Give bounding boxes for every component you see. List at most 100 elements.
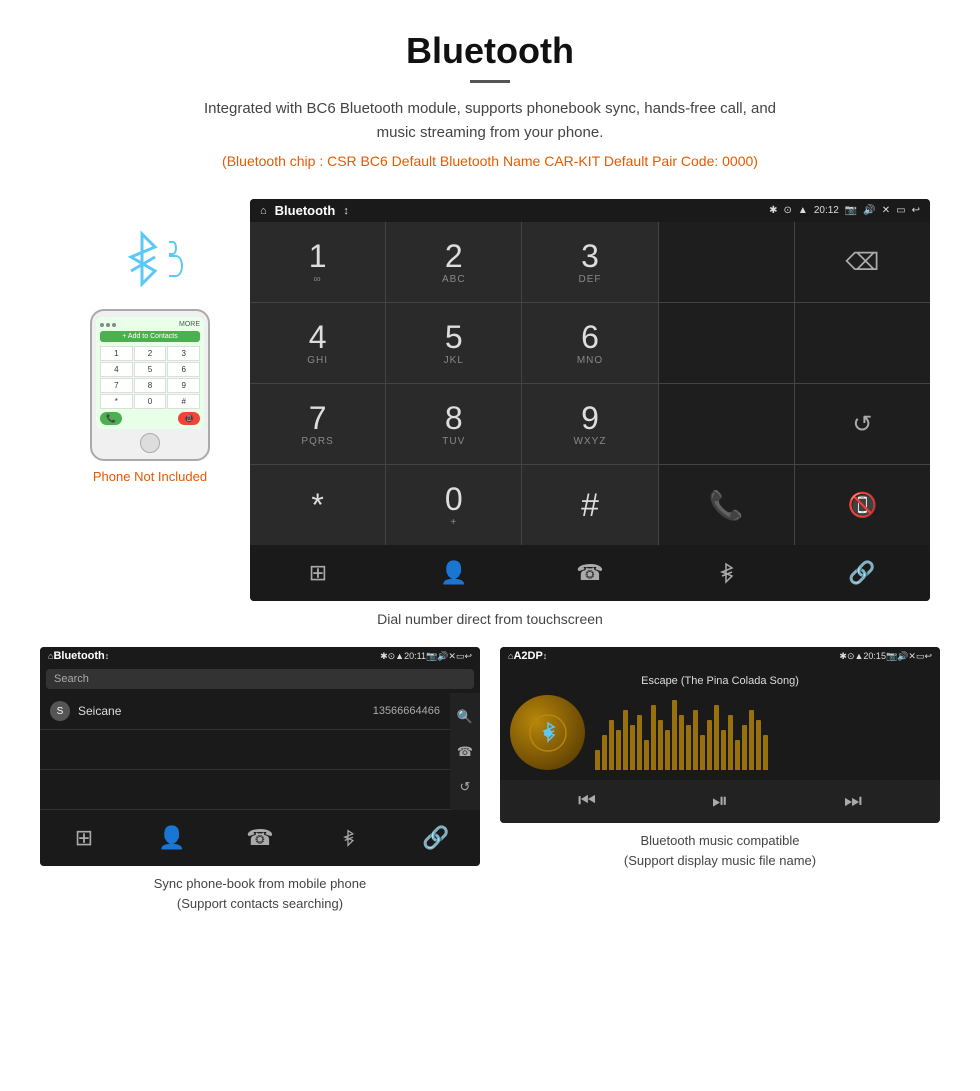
eq-bar (686, 725, 691, 770)
phone-key-1[interactable]: 1 (100, 346, 133, 361)
nav-bluetooth-icon[interactable] (658, 553, 794, 593)
pb-nav-bt[interactable] (304, 818, 392, 858)
dial-key-3[interactable]: 3 DEF (522, 222, 657, 302)
nav-link-icon[interactable]: 🔗 (794, 553, 930, 593)
wifi-icon: ▲ (798, 205, 808, 216)
phone-call-button[interactable]: 📞 (100, 412, 122, 425)
key-letters: + (450, 517, 457, 528)
screen-title: Bluetooth (275, 203, 336, 218)
dial-key-star[interactable]: * (250, 465, 385, 545)
camera-icon[interactable]: 📷 (845, 205, 857, 216)
dial-status-bar: ⌂ Bluetooth ↕ ✱ ⊙ ▲ 20:12 📷 🔊 ✕ ▭ ↩ (250, 199, 930, 222)
volume-icon[interactable]: 🔊 (863, 205, 875, 216)
sidebar-refresh-icon[interactable]: ↺ (460, 779, 471, 795)
pb-nav-user[interactable]: 👤 (128, 818, 216, 858)
dial-key-9[interactable]: 9 WXYZ (522, 384, 657, 464)
phone-home-button[interactable] (140, 433, 160, 453)
eq-bar (756, 720, 761, 770)
pb-screen-icon[interactable]: ▭ (456, 651, 465, 662)
contact-row-seicane[interactable]: S Seicane 13566664466 (40, 693, 450, 730)
nav-contacts-icon[interactable]: 👤 (386, 553, 522, 593)
signal-waves (169, 241, 183, 277)
pb-cam-icon[interactable]: 📷 (426, 651, 437, 662)
nav-grid-icon[interactable]: ⊞ (250, 553, 386, 593)
phone-key-6[interactable]: 6 (167, 362, 200, 377)
eq-bar (616, 730, 621, 770)
contact-empty-row2 (40, 770, 450, 810)
pb-nav-phone[interactable]: ☎ (216, 818, 304, 858)
dial-key-hash[interactable]: # (522, 465, 657, 545)
eq-bar (630, 725, 635, 770)
phone-carrier: MORE (179, 321, 200, 328)
prev-button[interactable]: ⏮ (578, 790, 596, 813)
phonebook-screen: ⌂ Bluetooth ↕ ✱ ⊙ ▲ 20:11 📷 🔊 ✕ ▭ ↩ Sear… (40, 647, 480, 866)
signal-wave-large (169, 255, 183, 277)
close-icon[interactable]: ✕ (882, 205, 890, 216)
pb-usb-icon: ↕ (105, 651, 110, 661)
eq-bar (672, 700, 677, 770)
dial-call-red[interactable]: 📵 (795, 465, 930, 545)
phone-key-9[interactable]: 9 (167, 378, 200, 393)
dial-key-6[interactable]: 6 MNO (522, 303, 657, 383)
dial-key-4[interactable]: 4 GHI (250, 303, 385, 383)
pb-wifi-icon: ▲ (395, 651, 404, 661)
dial-key-8[interactable]: 8 TUV (386, 384, 521, 464)
music-cam-icon[interactable]: 📷 (886, 651, 897, 662)
phone-end-button[interactable]: 📵 (178, 412, 200, 425)
phonebook-contacts-list: S Seicane 13566664466 (40, 693, 450, 810)
bottom-screens-row: ⌂ Bluetooth ↕ ✱ ⊙ ▲ 20:11 📷 🔊 ✕ ▭ ↩ Sear… (0, 647, 980, 913)
pb-back-icon[interactable]: ↩ (464, 651, 472, 662)
bt-nav-icon (715, 562, 737, 584)
back-icon[interactable]: ↩ (912, 205, 920, 216)
dot2 (106, 323, 110, 327)
screen-icon[interactable]: ▭ (896, 205, 905, 216)
pb-nav-grid[interactable]: ⊞ (40, 818, 128, 858)
nav-phone-icon[interactable]: ☎ (522, 553, 658, 593)
dial-backspace[interactable]: ⌫ (795, 222, 930, 302)
phone-key-3[interactable]: 3 (167, 346, 200, 361)
phone-key-5[interactable]: 5 (134, 362, 167, 377)
dial-key-7[interactable]: 7 PQRS (250, 384, 385, 464)
page-title: Bluetooth (20, 30, 960, 72)
key-letters: DEF (578, 274, 601, 285)
phone-key-8[interactable]: 8 (134, 378, 167, 393)
play-pause-button[interactable]: ⏯ (712, 790, 728, 813)
dial-key-2[interactable]: 2 ABC (386, 222, 521, 302)
music-screen-icon[interactable]: ▭ (916, 651, 925, 662)
dial-key-5[interactable]: 5 JKL (386, 303, 521, 383)
key-number: 1 (309, 240, 327, 272)
phone-keypad: 1 2 3 4 5 6 7 8 9 * 0 # (100, 346, 200, 409)
sidebar-search-icon[interactable]: 🔍 (457, 709, 473, 725)
contact-empty-row (40, 730, 450, 770)
music-close-icon[interactable]: ✕ (908, 651, 916, 662)
eq-bar (763, 735, 768, 770)
dial-key-0[interactable]: 0 + (386, 465, 521, 545)
phone-key-4[interactable]: 4 (100, 362, 133, 377)
dial-refresh[interactable]: ↺ (795, 384, 930, 464)
pb-close-icon[interactable]: ✕ (448, 651, 456, 662)
music-vol-icon[interactable]: 🔊 (897, 651, 908, 662)
home-icon[interactable]: ⌂ (260, 205, 267, 217)
dial-key-1[interactable]: 1 ∞ (250, 222, 385, 302)
usb-icon: ↕ (343, 205, 349, 217)
phone-call-buttons: 📞 📵 (100, 412, 200, 425)
pb-nav-link[interactable]: 🔗 (392, 818, 480, 858)
contact-number: 13566664466 (373, 705, 440, 717)
sidebar-call-icon[interactable]: ☎ (457, 744, 473, 760)
music-usb-icon: ↕ (543, 651, 548, 661)
dial-empty-r3c4 (659, 384, 794, 464)
phone-key-7[interactable]: 7 (100, 378, 133, 393)
phone-key-0[interactable]: 0 (134, 394, 167, 409)
phone-key-hash[interactable]: # (167, 394, 200, 409)
music-status-bar: ⌂ A2DP ↕ ✱ ⊙ ▲ 20:15 📷 🔊 ✕ ▭ ↩ (500, 647, 940, 665)
phone-key-2[interactable]: 2 (134, 346, 167, 361)
eq-bar (707, 720, 712, 770)
page-header: Bluetooth Integrated with BC6 Bluetooth … (0, 0, 980, 199)
phone-key-sym[interactable]: * (100, 394, 133, 409)
pb-vol-icon[interactable]: 🔊 (437, 651, 448, 662)
phonebook-search-bar[interactable]: Search (46, 669, 474, 689)
key-number: 9 (581, 402, 599, 434)
music-back-icon[interactable]: ↩ (924, 651, 932, 662)
next-button[interactable]: ⏭ (844, 790, 862, 813)
dial-call-green[interactable]: 📞 (659, 465, 794, 545)
